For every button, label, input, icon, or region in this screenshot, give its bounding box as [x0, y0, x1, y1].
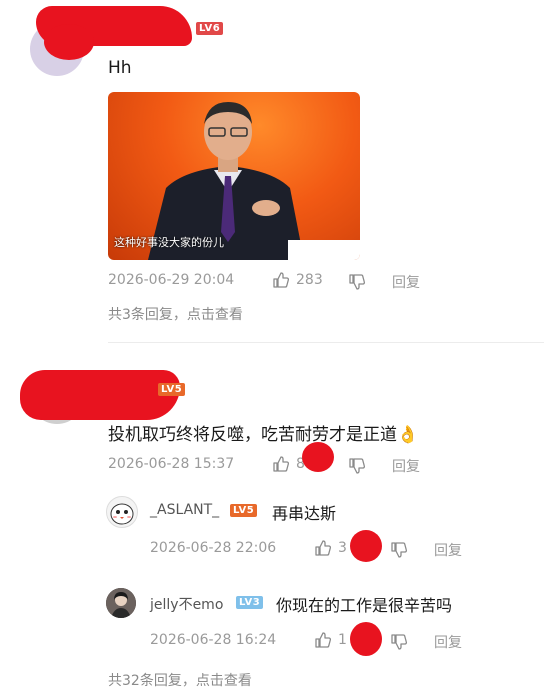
reply-button[interactable]: 回复: [434, 540, 462, 560]
level-badge: LV5: [158, 383, 186, 396]
reply-username[interactable]: _ASLANT_: [150, 502, 219, 518]
comment-date: 2026-06-29 20:04: [108, 272, 235, 288]
thumbs-down-icon[interactable]: [390, 541, 408, 559]
reply-date: 2026-06-28 22:06: [150, 540, 277, 556]
redacted-like-count: [302, 442, 334, 472]
comment-text-body: 投机取巧终将反噬，吃苦耐劳才是正道: [108, 425, 397, 445]
divider: [108, 342, 544, 343]
comment-image[interactable]: 这种好事没大家的份儿: [108, 92, 360, 260]
thumbs-up-icon[interactable]: [314, 539, 332, 557]
thumbs-down-icon[interactable]: [390, 633, 408, 651]
reply-button[interactable]: 回复: [434, 632, 462, 652]
like-count: 3: [338, 540, 347, 556]
thumbs-down-icon[interactable]: [348, 457, 366, 475]
reply-button[interactable]: 回复: [392, 272, 420, 292]
level-badge: LV3: [236, 596, 264, 609]
comment-date: 2026-06-28 15:37: [108, 456, 235, 472]
thumbs-up-icon[interactable]: [272, 271, 290, 289]
reply-button[interactable]: 回复: [392, 456, 420, 476]
ok-hand-emoji: 👌: [397, 425, 419, 445]
reply-date: 2026-06-28 16:24: [150, 632, 277, 648]
redacted-avatar: [44, 24, 94, 60]
redacted-username: [20, 370, 180, 420]
view-replies-link[interactable]: 共3条回复，点击查看: [108, 304, 243, 324]
reply-text: 你现在的工作是很辛苦吗: [276, 596, 453, 615]
reply-username[interactable]: jelly不emo: [150, 594, 223, 614]
level-badge: LV6: [196, 22, 224, 35]
redacted-like-count: [350, 622, 382, 656]
image-caption: 这种好事没大家的份儿: [114, 236, 224, 249]
thumbs-up-icon[interactable]: [272, 455, 290, 473]
redacted-like-count: [350, 530, 382, 562]
view-replies-link[interactable]: 共32条回复，点击查看: [108, 670, 252, 690]
person-avatar-icon: [106, 588, 136, 618]
level-badge: LV5: [230, 504, 258, 517]
thumbs-down-icon[interactable]: [348, 273, 366, 291]
like-count: 283: [296, 272, 323, 288]
bird-avatar-icon: [110, 503, 134, 525]
like-count: 1: [338, 632, 347, 648]
avatar[interactable]: [106, 496, 138, 528]
avatar[interactable]: [106, 588, 136, 618]
reply-text: 再串达斯: [272, 504, 337, 523]
comment-text: 投机取巧终将反噬，吃苦耐劳才是正道👌: [108, 420, 418, 445]
comment-text: Hh: [108, 58, 132, 78]
thumbs-up-icon[interactable]: [314, 631, 332, 649]
